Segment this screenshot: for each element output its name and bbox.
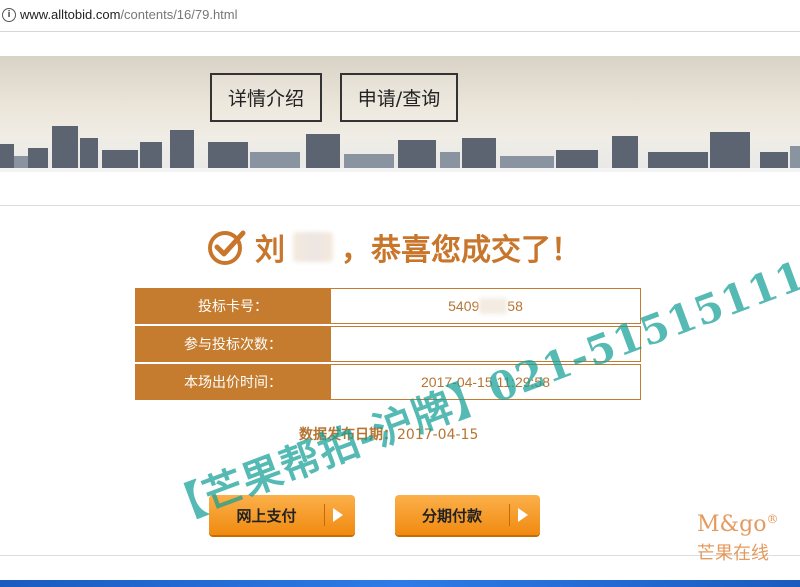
- bid-count-value: [331, 326, 641, 362]
- bid-card-value-suffix: 58: [507, 298, 523, 314]
- bid-card-row: 投标卡号： 5409 58: [135, 288, 641, 324]
- nav-apply-query-button[interactable]: 申请/查询: [340, 73, 458, 122]
- nav-details-button[interactable]: 详情介绍: [210, 73, 322, 122]
- url-path: /contents/16/79.html: [120, 7, 238, 22]
- footer-band: [0, 580, 800, 587]
- congrats-heading: 刘 ，恭喜您成交了！: [207, 226, 581, 268]
- brand-logo-caption: 芒果在线: [697, 543, 769, 564]
- online-pay-button[interactable]: 网上支付: [209, 495, 355, 535]
- info-icon[interactable]: i: [2, 8, 16, 22]
- url-host: www.alltobid.com: [20, 7, 121, 22]
- bid-time-label: 本场出价时间：: [135, 364, 331, 400]
- publish-date-label: 数据发布日期：: [299, 427, 397, 443]
- bid-count-label: 参与投标次数：: [135, 326, 331, 362]
- button-divider: [509, 504, 510, 526]
- winner-surname: 刘: [255, 233, 285, 268]
- check-circle-icon: [208, 230, 246, 265]
- installment-pay-label: 分期付款: [421, 506, 482, 525]
- bid-count-row: 参与投标次数：: [135, 326, 641, 362]
- online-pay-label: 网上支付: [236, 506, 297, 525]
- bid-time-row: 本场出价时间： 2017-04-15 11:29:58: [135, 364, 641, 400]
- bottom-divider: [0, 555, 800, 556]
- bid-card-blur-mask: [479, 298, 508, 314]
- bid-card-value-prefix: 5409: [448, 298, 480, 314]
- page-top-gap: [0, 32, 800, 56]
- publish-date: 数据发布日期：2017-04-15: [299, 424, 478, 444]
- registered-mark: ®: [766, 512, 779, 526]
- content-divider: [0, 205, 800, 206]
- play-arrow-icon: [333, 508, 343, 522]
- congrats-message: ，恭喜您成交了！: [341, 233, 581, 268]
- bid-card-label: 投标卡号：: [135, 288, 331, 324]
- address-bar[interactable]: i www.alltobid.com/contents/16/79.html: [0, 0, 800, 32]
- bid-card-value: 5409 58: [331, 288, 641, 324]
- play-arrow-icon: [518, 508, 528, 522]
- url-text[interactable]: www.alltobid.com/contents/16/79.html: [20, 7, 238, 22]
- button-divider: [324, 504, 325, 526]
- bid-time-value: 2017-04-15 11:29:58: [331, 364, 641, 400]
- name-blur-mask: [293, 232, 333, 262]
- installment-pay-button[interactable]: 分期付款: [395, 495, 540, 535]
- publish-date-value: 2017-04-15: [397, 427, 479, 443]
- brand-logo: M&go® 芒果在线: [697, 512, 797, 565]
- brand-logo-wordmark: M&go: [697, 512, 767, 537]
